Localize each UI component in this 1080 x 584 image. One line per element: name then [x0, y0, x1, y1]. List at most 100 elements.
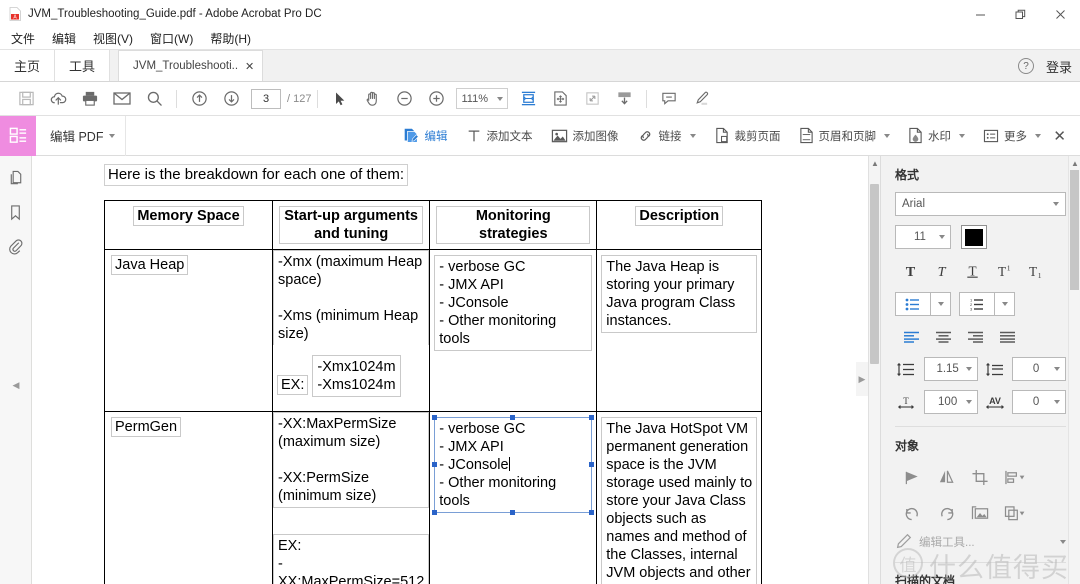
- font-size-select[interactable]: 11: [895, 225, 951, 249]
- edit-pdf-dropdown[interactable]: 编辑 PDF: [36, 115, 127, 156]
- java-heap-args-block[interactable]: -Xmx (maximum Heap space) -Xms (minimum …: [273, 250, 430, 345]
- highlight-icon[interactable]: [685, 85, 717, 113]
- rotate-cw-icon[interactable]: [929, 499, 963, 527]
- arrow-up-circle-icon[interactable]: [183, 85, 215, 113]
- menu-file[interactable]: 文件: [9, 29, 37, 48]
- link-button[interactable]: 链接: [628, 116, 705, 156]
- fit-width-icon[interactable]: [512, 85, 544, 113]
- numbered-list-icon[interactable]: 1 2 3: [959, 292, 995, 316]
- cloud-upload-icon[interactable]: [42, 85, 74, 113]
- resize-handle-n[interactable]: [510, 415, 516, 420]
- bullet-list-dropdown[interactable]: [931, 292, 951, 316]
- hand-icon[interactable]: [356, 85, 388, 113]
- minimize-button[interactable]: [960, 0, 1000, 28]
- zoom-select[interactable]: 111%: [456, 88, 509, 109]
- panel-scroll-up-icon[interactable]: ▲: [1069, 156, 1080, 170]
- align-center-icon[interactable]: [927, 326, 959, 348]
- add-text-button[interactable]: 添加文本: [457, 116, 542, 156]
- cursor-icon[interactable]: [324, 85, 356, 113]
- tab-home[interactable]: 主页: [0, 50, 56, 81]
- permgen-args-block[interactable]: -XX:MaxPermSize (maximum size) -XX:PermS…: [273, 412, 430, 508]
- scroll-mode-icon[interactable]: [608, 85, 640, 113]
- restore-button[interactable]: [1000, 0, 1040, 28]
- resize-handle-ne[interactable]: [589, 415, 595, 420]
- close-button[interactable]: [1040, 0, 1080, 28]
- permgen-ex-block[interactable]: EX: - XX:MaxPermSize=512: [273, 534, 430, 584]
- flip-horizontal-icon[interactable]: [895, 463, 929, 491]
- java-heap-monitoring-block[interactable]: - verbose GC - JMX API - JConsole - Othe…: [434, 255, 593, 351]
- align-objects-icon[interactable]: [997, 463, 1031, 491]
- comment-icon[interactable]: [653, 85, 685, 113]
- menu-edit[interactable]: 编辑: [50, 29, 78, 48]
- resize-handle-s[interactable]: [510, 510, 516, 515]
- edit-tool-dropdown[interactable]: 编辑工具...: [895, 533, 1066, 550]
- scroll-up-icon[interactable]: ▲: [869, 156, 880, 170]
- add-image-button[interactable]: 添加图像: [542, 116, 628, 156]
- header-footer-button[interactable]: 页眉和页脚: [790, 116, 900, 156]
- horizontal-scale-select[interactable]: 100: [923, 390, 978, 414]
- text-color-swatch[interactable]: [961, 225, 987, 249]
- resize-handle-se[interactable]: [589, 510, 595, 515]
- align-justify-icon[interactable]: [991, 326, 1023, 348]
- permgen-monitoring-selected-textbox[interactable]: - verbose GC - JMX API - JConsole - Othe…: [432, 415, 595, 515]
- numbered-list-dropdown[interactable]: [995, 292, 1015, 316]
- arrow-down-circle-icon[interactable]: [215, 85, 247, 113]
- arrange-icon[interactable]: [997, 499, 1031, 527]
- save-icon[interactable]: [10, 85, 42, 113]
- search-icon[interactable]: [138, 85, 170, 113]
- align-right-icon[interactable]: [959, 326, 991, 348]
- lead-paragraph[interactable]: Here is the breakdown for each one of th…: [104, 164, 409, 186]
- java-heap-label[interactable]: Java Heap: [111, 255, 189, 275]
- java-heap-ex-block[interactable]: -Xmx1024m -Xms1024m: [312, 355, 401, 397]
- email-icon[interactable]: [106, 85, 138, 113]
- align-left-icon[interactable]: [895, 326, 927, 348]
- menu-view[interactable]: 视图(V): [91, 29, 135, 48]
- page-thumbnails-icon[interactable]: [5, 168, 27, 188]
- help-icon[interactable]: ?: [1017, 58, 1034, 74]
- font-family-select[interactable]: Arial: [895, 192, 1066, 216]
- more-button[interactable]: 更多: [974, 116, 1050, 156]
- flip-vertical-icon[interactable]: [929, 463, 963, 491]
- menu-help[interactable]: 帮助(H): [208, 29, 253, 48]
- crop-page-button[interactable]: 裁剪页面: [705, 116, 790, 156]
- bookmarks-icon[interactable]: [5, 202, 27, 222]
- minus-circle-icon[interactable]: [388, 85, 420, 113]
- rotate-ccw-icon[interactable]: [895, 499, 929, 527]
- tab-tools[interactable]: 工具: [55, 50, 111, 81]
- document-vertical-scrollbar[interactable]: ▲ ▼: [868, 156, 880, 584]
- panel-scroll-thumb[interactable]: [1070, 170, 1079, 290]
- char-spacing-select[interactable]: 0: [1012, 390, 1066, 414]
- subscript-icon[interactable]: T 1: [1019, 259, 1050, 283]
- resize-handle-w[interactable]: [432, 462, 438, 467]
- bullet-list-icon[interactable]: [895, 292, 931, 316]
- panel-vertical-scrollbar[interactable]: ▲ ▼: [1068, 156, 1080, 584]
- paragraph-spacing-select[interactable]: 0: [1012, 357, 1066, 381]
- permgen-label[interactable]: PermGen: [111, 417, 182, 437]
- close-toolbar-icon[interactable]: ✕: [1053, 127, 1066, 145]
- numbered-list-group[interactable]: 1 2 3: [959, 292, 1015, 316]
- menu-window[interactable]: 窗口(W): [148, 29, 195, 48]
- java-heap-ex-label[interactable]: EX:: [277, 375, 309, 395]
- superscript-icon[interactable]: T 1: [988, 259, 1019, 283]
- collapse-left-panel-button[interactable]: ◀: [0, 368, 32, 402]
- page-number-input[interactable]: 3: [251, 88, 281, 109]
- java-heap-description[interactable]: The Java Heap is storing your primary Ja…: [601, 255, 758, 333]
- fit-page-icon[interactable]: [544, 85, 576, 113]
- bold-icon[interactable]: T: [895, 259, 926, 283]
- signin-button[interactable]: 登录: [1046, 57, 1072, 76]
- watermark-button[interactable]: 水印: [899, 116, 974, 156]
- replace-image-icon[interactable]: [963, 499, 997, 527]
- crop-icon[interactable]: [963, 463, 997, 491]
- italic-icon[interactable]: T: [926, 259, 957, 283]
- attachments-icon[interactable]: [5, 236, 27, 256]
- resize-handle-sw[interactable]: [432, 510, 438, 515]
- tab-close-icon[interactable]: ✕: [245, 60, 254, 73]
- plus-circle-icon[interactable]: [420, 85, 452, 113]
- fit-visible-icon[interactable]: [576, 85, 608, 113]
- underline-icon[interactable]: T: [957, 259, 988, 283]
- permgen-description[interactable]: The Java HotSpot VM permanent generation…: [601, 417, 758, 584]
- edit-button[interactable]: 编辑: [393, 116, 457, 156]
- print-icon[interactable]: [74, 85, 106, 113]
- resize-handle-e[interactable]: [589, 462, 595, 467]
- resize-handle-nw[interactable]: [432, 415, 438, 420]
